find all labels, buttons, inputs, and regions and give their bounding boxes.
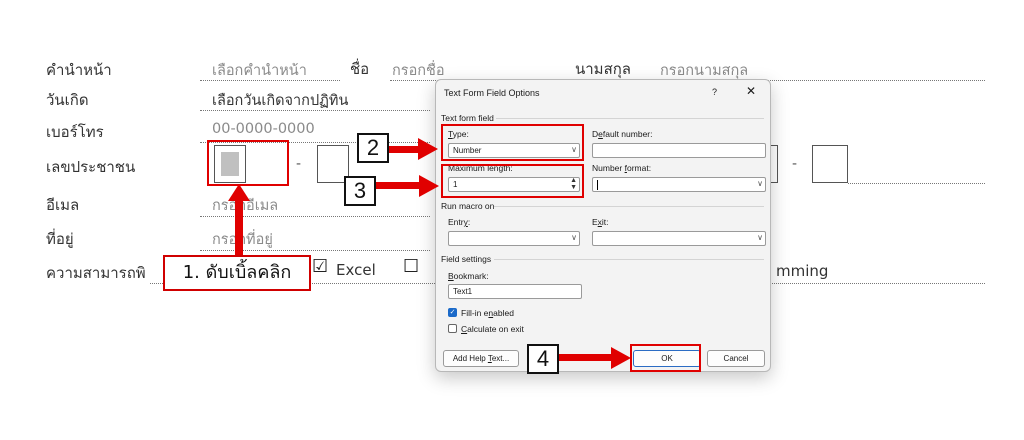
email-label: อีเมล xyxy=(46,196,80,214)
idcard-label: เลขประชาชน xyxy=(46,158,136,176)
close-icon[interactable]: ✕ xyxy=(746,84,756,98)
title-placeholder[interactable]: เลือกคำนำหน้า xyxy=(212,59,307,82)
separator xyxy=(494,259,764,260)
entry-label: Entry: xyxy=(448,217,471,227)
arrow-right-icon xyxy=(418,138,438,160)
idcard-digit-box-last[interactable] xyxy=(812,145,848,183)
step-1-label: 1. ดับเบิ้ลคลิก xyxy=(163,255,311,291)
separator xyxy=(494,206,764,207)
phone-label: เบอร์โทร xyxy=(46,123,104,141)
highlight-ok-button xyxy=(630,344,701,372)
arrow-up-icon xyxy=(228,184,250,201)
programming-label: mming xyxy=(776,262,829,280)
skills-label: ความสามารถพิ xyxy=(46,264,146,282)
bookmark-label: Bookmark: xyxy=(448,271,489,281)
section-text-form-field: Text form field xyxy=(441,113,494,123)
number-format-label: Number format: xyxy=(592,163,652,173)
birthdate-label: วันเกิด xyxy=(46,91,89,109)
separator xyxy=(496,118,764,119)
default-number-label: Default number: xyxy=(592,129,653,139)
calculate-on-exit-checkbox[interactable] xyxy=(448,324,457,333)
fill-in-enabled-label: Fill-in enabled xyxy=(461,308,514,318)
add-help-text-button[interactable]: Add Help Text... xyxy=(443,350,519,367)
second-skill-checkbox[interactable]: ☐ xyxy=(403,256,419,277)
arrow-right-icon xyxy=(419,175,439,197)
highlight-id-field xyxy=(207,140,289,186)
section-run-macro: Run macro on xyxy=(441,201,495,211)
address-label: ที่อยู่ xyxy=(46,230,74,248)
title-label: คำนำหน้า xyxy=(46,61,112,79)
birthdate-underline xyxy=(200,110,430,111)
step-3-label: 3 xyxy=(344,176,376,206)
idcard-dash: - xyxy=(296,156,302,172)
calculate-on-exit-label: Calculate on exit xyxy=(461,324,524,334)
idcard-digit-box-partial[interactable] xyxy=(770,145,778,183)
dialog-title: Text Form Field Options xyxy=(444,88,540,98)
help-icon[interactable]: ? xyxy=(712,87,717,97)
excel-label: Excel xyxy=(336,261,376,279)
arrow-right-shaft xyxy=(389,146,419,153)
birthdate-placeholder[interactable]: เลือกวันเกิดจากปฏิทิน xyxy=(212,89,348,112)
chevron-down-icon: ∨ xyxy=(757,179,763,188)
step-4-label: 4 xyxy=(527,344,559,374)
arrow-up-shaft xyxy=(235,200,243,256)
highlight-maximum-length xyxy=(441,164,584,198)
section-field-settings: Field settings xyxy=(441,254,492,264)
highlight-type-field xyxy=(441,124,584,161)
number-format-combo[interactable]: ∨ xyxy=(592,177,766,192)
phone-placeholder[interactable]: 00-0000-0000 xyxy=(212,121,315,137)
cancel-button[interactable]: Cancel xyxy=(707,350,765,367)
idcard-dash-2: - xyxy=(792,156,798,172)
arrow-right-shaft xyxy=(559,354,613,361)
chevron-down-icon: ∨ xyxy=(571,233,577,242)
exit-label: Exit: xyxy=(592,217,609,227)
step-2-label: 2 xyxy=(357,133,389,163)
arrow-right-icon xyxy=(611,347,631,369)
firstname-label: ชื่อ xyxy=(350,60,370,78)
text-caret xyxy=(597,180,598,190)
text-form-field-options-dialog: Text Form Field Options ? ✕ Text form fi… xyxy=(435,79,771,372)
chevron-down-icon: ∨ xyxy=(757,233,763,242)
default-number-input[interactable] xyxy=(592,143,766,158)
idcard-underline xyxy=(848,183,985,184)
bookmark-input[interactable]: Text1 xyxy=(448,284,582,299)
exit-dropdown[interactable]: ∨ xyxy=(592,231,766,246)
fill-in-enabled-checkbox[interactable]: ✓ xyxy=(448,308,457,317)
entry-dropdown[interactable]: ∨ xyxy=(448,231,580,246)
excel-checkbox[interactable]: ☑ xyxy=(312,256,328,277)
lastname-label: นามสกุล xyxy=(575,60,631,78)
firstname-placeholder[interactable]: กรอกชื่อ xyxy=(392,59,445,82)
title-underline xyxy=(200,80,340,81)
arrow-right-shaft xyxy=(376,182,420,189)
